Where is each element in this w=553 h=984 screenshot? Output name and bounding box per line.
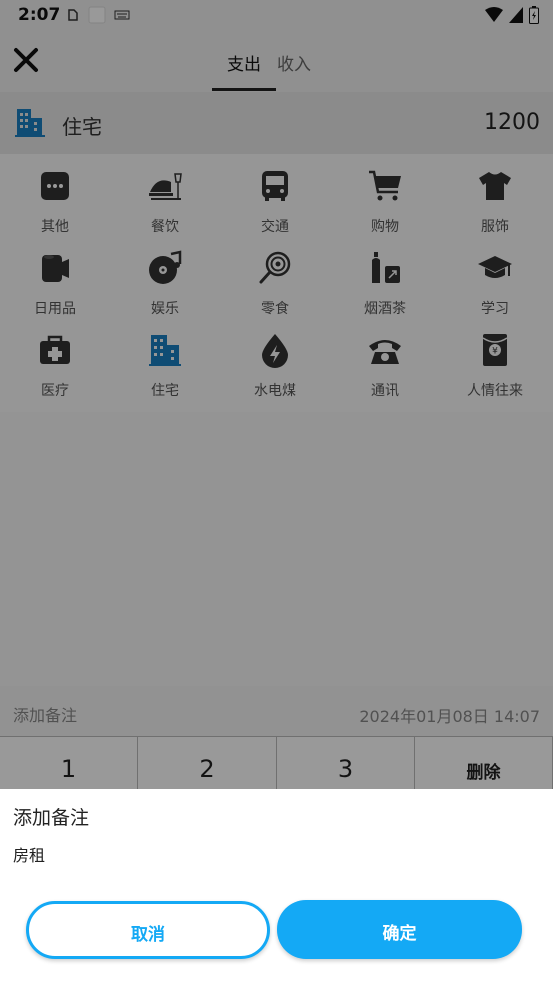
cancel-button[interactable]: 取消	[26, 901, 270, 959]
confirm-button[interactable]: 确定	[277, 900, 522, 959]
add-note-dialog: 添加备注 取消 确定	[0, 789, 553, 984]
note-input[interactable]	[13, 841, 533, 867]
dialog-title: 添加备注	[13, 807, 90, 829]
